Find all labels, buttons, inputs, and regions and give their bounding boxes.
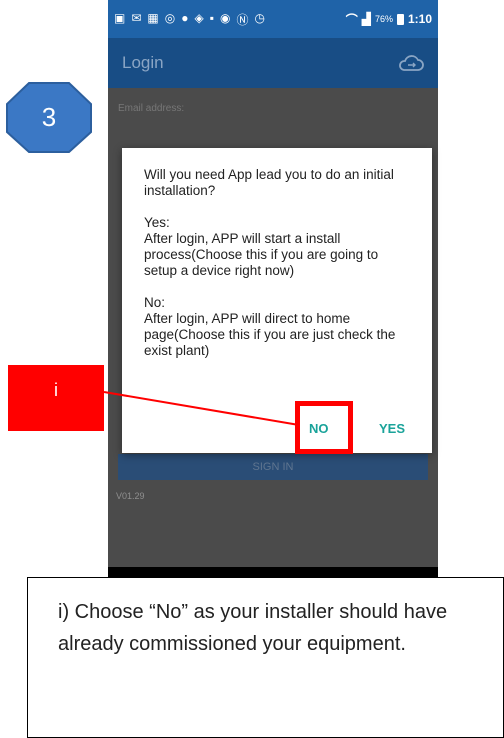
cloud-icon[interactable] (398, 53, 424, 73)
chrome-icon: ◎ (164, 10, 176, 25)
page-title: Login (122, 53, 164, 72)
alarm-icon: ◷ (254, 10, 265, 25)
annotation-marker: i (8, 365, 104, 431)
battery-icon (396, 13, 404, 25)
version-label: V01.29 (116, 491, 145, 501)
message-icon: ▣ (114, 10, 126, 25)
gmail-icon: ✉ (131, 10, 142, 25)
dialog-body: Will you need App lead you to do an init… (144, 167, 414, 375)
instruction-box: i) Choose “No” as your installer should … (27, 577, 504, 738)
dialog-question: Will you need App lead you to do an init… (144, 167, 394, 198)
step-badge-label-wrap: 3 (3, 80, 95, 155)
instruction-text: i) Choose “No” as your installer should … (58, 601, 448, 655)
nfc-icon: ◉ (219, 10, 231, 25)
email-label: Email address: (118, 103, 185, 114)
dialog-yes-text: Yes: After login, APP will start a insta… (144, 215, 379, 278)
gallery-icon: ▪ (209, 10, 214, 25)
battery-percent: 76% (374, 14, 393, 24)
status-right: ⌒ ▟ 76% 1:10 (346, 11, 432, 28)
install-dialog: Will you need App lead you to do an init… (122, 148, 432, 453)
notification-icons: ▣ ✉ ▦ ◎ ● ◈ ▪ ◉ Ⓝ ◷ (114, 11, 265, 28)
image-icon: ▦ (147, 10, 159, 25)
signal-icon: ▟ (361, 12, 371, 26)
clock: 1:10 (407, 12, 432, 26)
navigation-icon: ◈ (194, 10, 204, 25)
n-icon: Ⓝ (236, 12, 249, 27)
status-bar: ▣ ✉ ▦ ◎ ● ◈ ▪ ◉ Ⓝ ◷ ⌒ ▟ 76% 1:10 (108, 0, 438, 38)
yes-button[interactable]: YES (379, 421, 405, 436)
wifi-icon: ⌒ (345, 12, 358, 27)
app-bar: Login (108, 38, 438, 88)
step-number: 3 (41, 102, 57, 132)
chat-icon: ● (181, 10, 189, 25)
sign-in-button[interactable]: SIGN IN (118, 454, 428, 480)
highlight-box (295, 401, 353, 454)
dialog-no-text: No: After login, APP will direct to home… (144, 295, 396, 358)
